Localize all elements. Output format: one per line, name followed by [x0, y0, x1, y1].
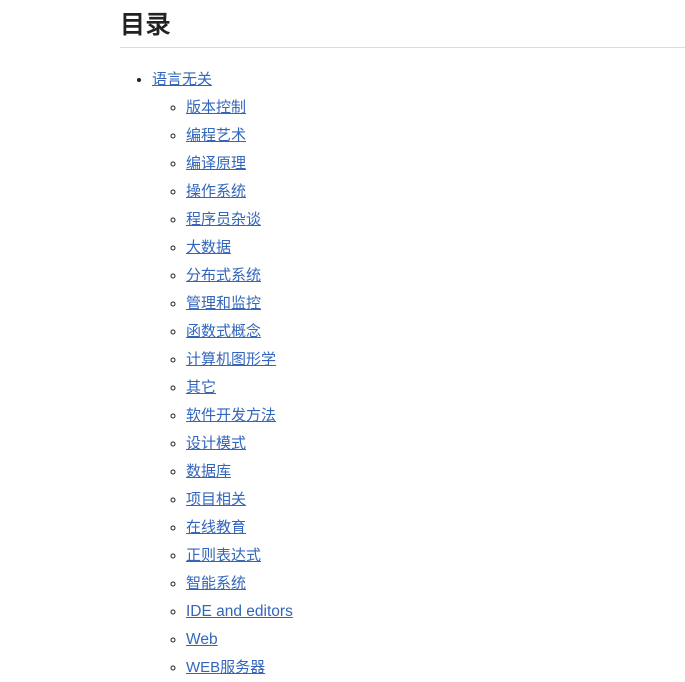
toc-link-web-servers[interactable]: WEB服务器: [186, 659, 265, 676]
toc-link-distributed-systems[interactable]: 分布式系统: [186, 267, 261, 284]
toc-link-ide-and-editors[interactable]: IDE and editors: [186, 603, 293, 620]
toc-item: Web: [186, 626, 685, 654]
toc-item: 大数据: [186, 234, 685, 262]
toc-item: 正则表达式: [186, 542, 685, 570]
toc-item: IDE and editors: [186, 598, 685, 626]
toc-link-programming-art[interactable]: 编程艺术: [186, 127, 246, 144]
toc-link-web[interactable]: Web: [186, 631, 218, 648]
toc-item: 编译原理: [186, 150, 685, 178]
toc-link-operating-systems[interactable]: 操作系统: [186, 183, 246, 200]
toc-link-others[interactable]: 其它: [186, 379, 216, 396]
toc-link-databases[interactable]: 数据库: [186, 463, 231, 480]
page-title: 目录: [120, 11, 172, 39]
document-page: 目录 语言无关 版本控制 编程艺术 编译原理 操作系统 程序员杂谈 大数据 分布…: [0, 0, 685, 682]
toc-item: 其它: [186, 374, 685, 402]
title-divider: [120, 47, 685, 49]
toc-item: 程序员杂谈: [186, 206, 685, 234]
toc-list-level-1: 语言无关 版本控制 编程艺术 编译原理 操作系统 程序员杂谈 大数据 分布式系统…: [120, 66, 685, 682]
toc-item: 函数式概念: [186, 318, 685, 346]
toc-item: 软件开发方法: [186, 402, 685, 430]
toc-item: 设计模式: [186, 430, 685, 458]
toc-link-online-education[interactable]: 在线教育: [186, 519, 246, 536]
toc-item: 编程艺术: [186, 122, 685, 150]
toc-item: 计算机图形学: [186, 346, 685, 374]
toc-link-project-related[interactable]: 项目相关: [186, 491, 246, 508]
toc-item-root: 语言无关 版本控制 编程艺术 编译原理 操作系统 程序员杂谈 大数据 分布式系统…: [152, 66, 685, 682]
toc-link-functional-concepts[interactable]: 函数式概念: [186, 323, 261, 340]
toc-item: 管理和监控: [186, 290, 685, 318]
toc-link-intelligent-systems[interactable]: 智能系统: [186, 575, 246, 592]
toc-list-level-2: 版本控制 编程艺术 编译原理 操作系统 程序员杂谈 大数据 分布式系统 管理和监…: [152, 94, 685, 682]
toc-link-version-control[interactable]: 版本控制: [186, 99, 246, 116]
toc-link-design-patterns[interactable]: 设计模式: [186, 435, 246, 452]
toc-item: 数据库: [186, 458, 685, 486]
toc-item: 版本控制: [186, 94, 685, 122]
toc-item: 在线教育: [186, 514, 685, 542]
toc-link-root[interactable]: 语言无关: [152, 71, 212, 88]
toc-item: WEB服务器: [186, 654, 685, 682]
toc-link-big-data[interactable]: 大数据: [186, 239, 231, 256]
toc-item: 分布式系统: [186, 262, 685, 290]
toc-link-regular-expressions[interactable]: 正则表达式: [186, 547, 261, 564]
toc-link-programmer-talk[interactable]: 程序员杂谈: [186, 211, 261, 228]
toc-link-management-monitoring[interactable]: 管理和监控: [186, 295, 261, 312]
toc-item: 项目相关: [186, 486, 685, 514]
toc-link-compiler-principles[interactable]: 编译原理: [186, 155, 246, 172]
toc-link-computer-graphics[interactable]: 计算机图形学: [186, 351, 276, 368]
toc-item: 操作系统: [186, 178, 685, 206]
toc-item: 智能系统: [186, 570, 685, 598]
toc-link-software-dev-methods[interactable]: 软件开发方法: [186, 407, 276, 424]
